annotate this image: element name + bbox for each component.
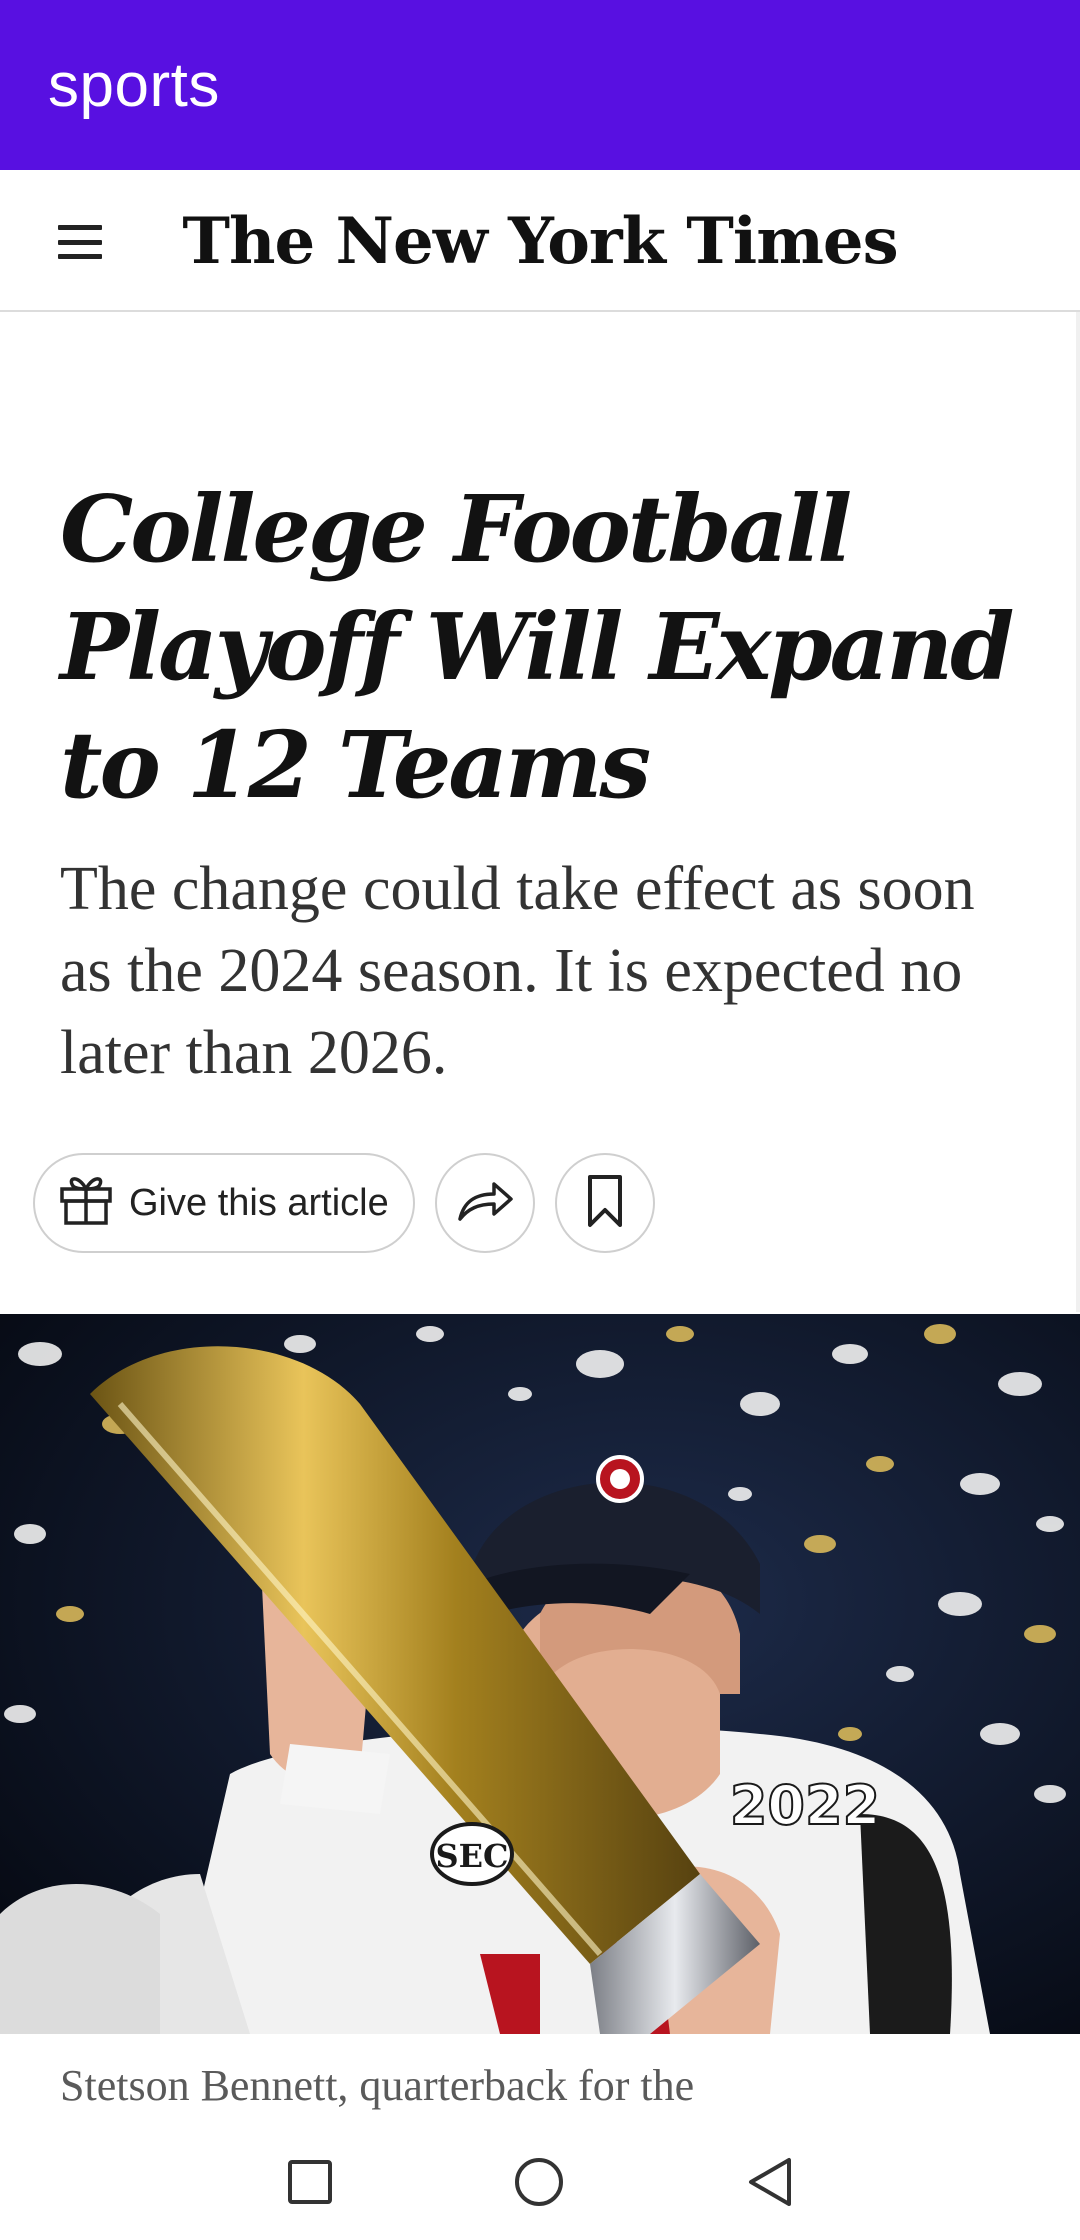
share-button[interactable] (434, 1153, 535, 1253)
system-nav-bar (0, 2124, 1080, 2240)
article-photo[interactable]: SEC 2022 (0, 1314, 1080, 2034)
square-recents-icon[interactable] (280, 2152, 340, 2212)
nyt-header: The New York Times (0, 170, 1080, 312)
share-arrow-icon (456, 1179, 514, 1228)
photo-caption: Stetson Bennett, quarterback for the (60, 2061, 695, 2110)
2022-patch: 2022 (729, 1773, 881, 1838)
give-article-label: Give this article (129, 1181, 389, 1224)
article-headline: College Football Playoff Will Expand to … (60, 475, 1014, 819)
bookmark-button[interactable] (554, 1153, 655, 1253)
give-article-button[interactable]: Give this article (33, 1153, 415, 1253)
circle-home-icon[interactable] (509, 2152, 569, 2212)
article-actions: Give this article (33, 1153, 655, 1253)
nyt-masthead-logo[interactable]: The New York Times (0, 170, 1080, 312)
bookmark-icon (585, 1173, 625, 1234)
app-bar-title: sports (48, 50, 220, 120)
svg-text:SEC: SEC (436, 1837, 509, 1875)
svg-text:2022: 2022 (730, 1774, 880, 1837)
sec-patch: SEC (430, 1822, 514, 1886)
app-bar: sports (0, 0, 1080, 170)
hamburger-menu-icon[interactable] (58, 225, 102, 259)
article-summary: The change could take effect as soon as … (60, 855, 975, 1087)
gift-icon (57, 1169, 115, 1237)
triangle-back-icon[interactable] (740, 2152, 800, 2212)
page-edge-shadow (1076, 312, 1080, 1312)
